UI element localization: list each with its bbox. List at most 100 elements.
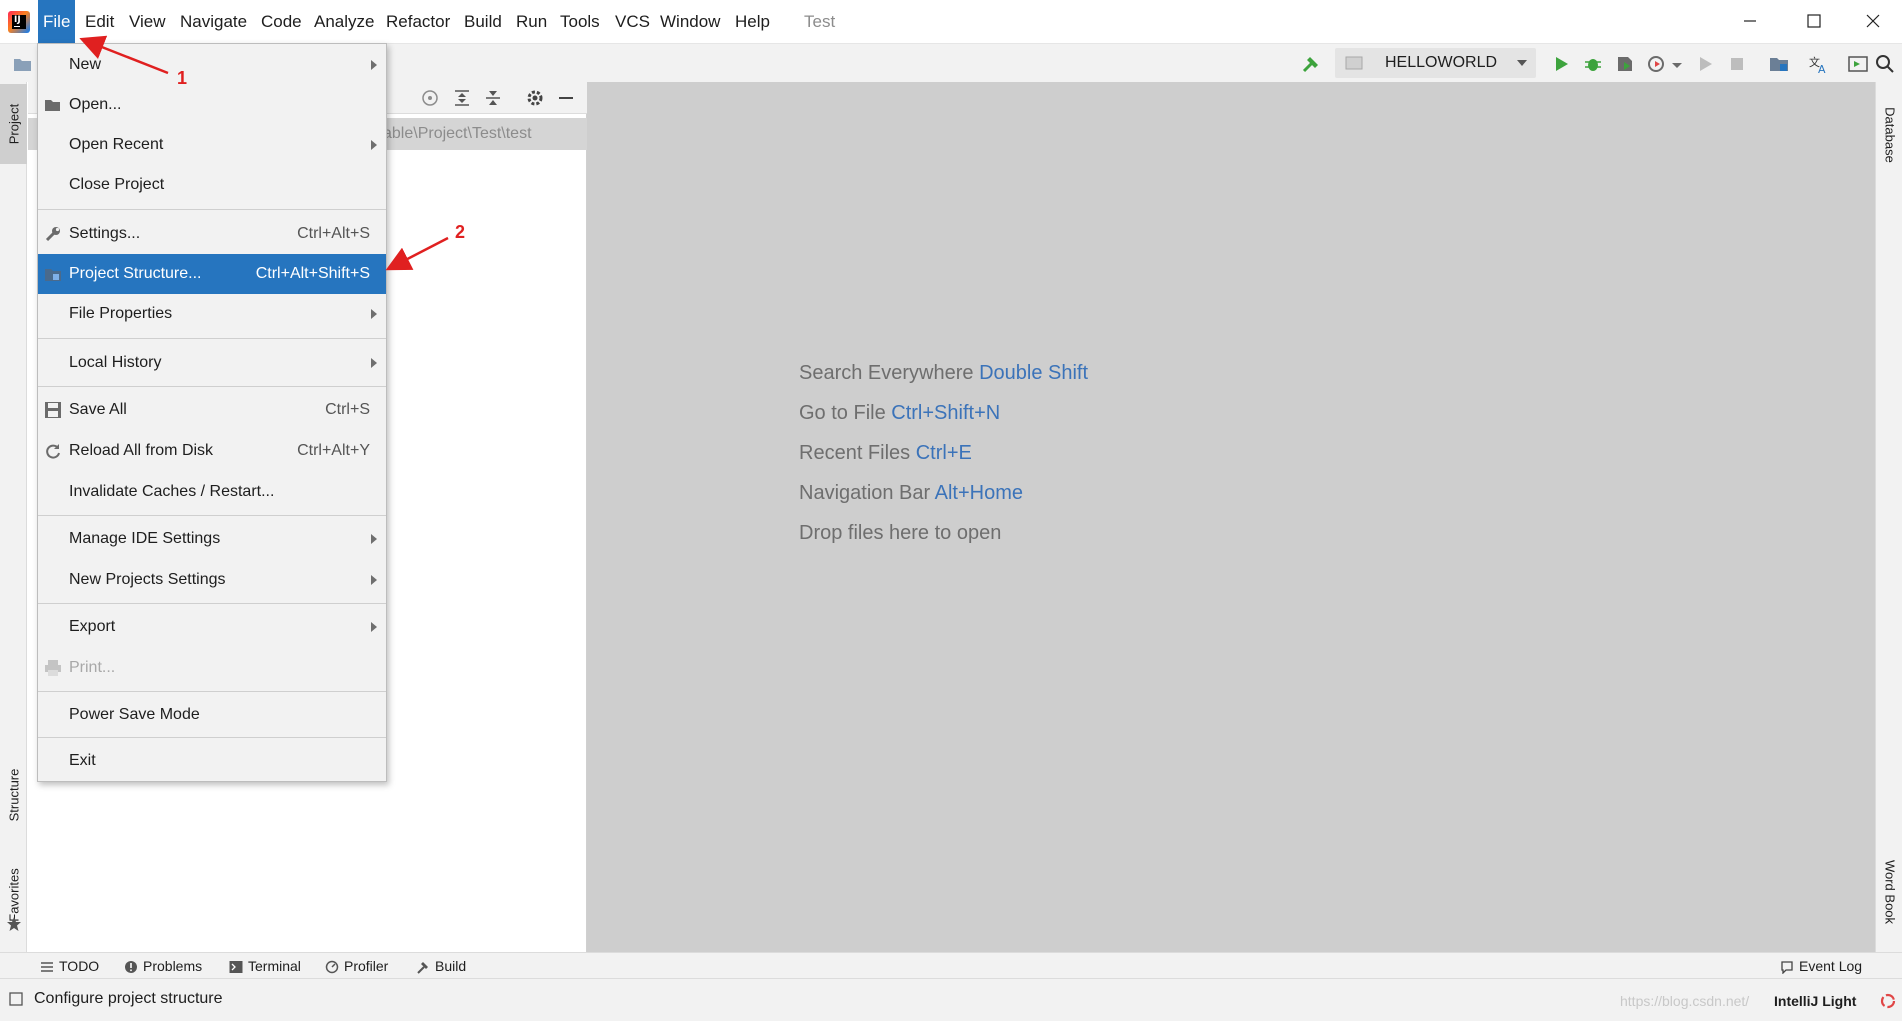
tool-tab-project[interactable]: Project [0,84,27,164]
menu-item-local-history[interactable]: Local History [38,343,386,383]
menu-edit[interactable]: Edit [80,0,119,43]
tool-tab-database[interactable]: Database [1876,92,1902,177]
run-icon[interactable] [1550,53,1572,75]
hint-shortcut: Alt+Home [934,482,1024,504]
coverage-icon[interactable] [1614,53,1636,75]
locate-file-icon[interactable] [419,87,441,109]
menu-navigate[interactable]: Navigate [175,0,252,43]
menu-item-settings[interactable]: Settings... Ctrl+Alt+S [38,214,386,254]
search-icon[interactable] [1874,53,1896,75]
hint-text: Recent Files [799,442,911,464]
project-folder-icon[interactable] [12,53,34,75]
expand-all-icon[interactable] [451,87,473,109]
tool-tab-problems-label: Problems [143,958,203,974]
menu-vcs[interactable]: VCS [610,0,655,43]
menu-item-exit[interactable]: Exit [38,741,386,781]
hint-shortcut: Ctrl+Shift+N [891,402,1001,424]
menu-item-open[interactable]: Open... [38,85,386,125]
hint-text: Search Everywhere [799,362,974,384]
wrench-icon [45,227,60,242]
menu-item-invalidate-caches[interactable]: Invalidate Caches / Restart... [38,472,386,512]
theme-name[interactable]: IntelliJ Light [1774,979,1856,1021]
menu-tools[interactable]: Tools [555,0,605,43]
menu-item-manage-ide-settings[interactable]: Manage IDE Settings [38,519,386,559]
menu-item-file-properties[interactable]: File Properties [38,294,386,334]
menu-item-reload-all[interactable]: Reload All from Disk Ctrl+Alt+Y [38,431,386,471]
build-hammer-icon[interactable] [1300,53,1322,75]
tool-tab-problems[interactable]: Problems [124,953,202,979]
tool-tab-project-label: Project [6,103,21,145]
run-configuration-select[interactable]: HELLOWORLD [1335,48,1536,78]
printer-icon [45,660,61,676]
menu-window[interactable]: Window [655,0,725,43]
tool-tab-word-book-label: Word Book [1882,859,1897,925]
menu-item-label: Export [69,618,116,635]
presentation-mode-icon[interactable] [1847,53,1869,75]
tool-tab-terminal[interactable]: Terminal [229,953,301,979]
maximize-button[interactable] [1792,6,1836,36]
resume-icon[interactable] [1694,53,1716,75]
profile-icon[interactable] [1646,53,1668,75]
debug-bug-icon[interactable] [1582,53,1604,75]
submenu-arrow-icon [371,60,377,70]
tool-tab-word-book[interactable]: Word Book [1876,842,1902,942]
hint-drop-files: Drop files here to open [799,522,1001,545]
collapse-all-icon[interactable] [482,87,504,109]
menu-item-label: Exit [69,752,96,769]
right-tool-strip: Database Word Book [1875,82,1902,952]
menu-code[interactable]: Code [256,0,307,43]
menu-view[interactable]: View [124,0,171,43]
menu-item-label: New [69,56,102,73]
tool-tab-profiler[interactable]: Profiler [325,953,388,979]
bottom-tool-tabs: TODO Problems Terminal Profiler Build Ev… [0,952,1902,978]
menu-item-project-structure[interactable]: Project Structure... Ctrl+Alt+Shift+S [38,254,386,294]
hint-text: Navigation Bar [799,482,931,504]
gear-icon[interactable] [524,87,546,109]
hint-recent-files: Recent Files Ctrl+E [799,442,972,465]
hide-panel-icon[interactable] [555,87,577,109]
tool-tab-todo-label: TODO [59,958,100,974]
menu-item-shortcut: Ctrl+Alt+Y [297,442,370,459]
menu-separator [38,207,386,213]
tool-tab-structure[interactable]: Structure [0,750,27,840]
menu-analyze[interactable]: Analyze [309,0,379,43]
menu-run[interactable]: Run [511,0,552,43]
project-structure-icon[interactable] [1768,53,1790,75]
submenu-arrow-icon [371,140,377,150]
tool-tab-build[interactable]: Build [416,953,466,979]
menu-item-label: Reload All from Disk [69,442,214,459]
menu-help[interactable]: Help [730,0,775,43]
menu-item-power-save-mode[interactable]: Power Save Mode [38,695,386,735]
tool-tab-event-log-label: Event Log [1799,958,1863,974]
project-structure-icon [45,269,61,281]
stop-icon[interactable] [1726,53,1748,75]
close-icon [1866,14,1880,28]
menu-file[interactable]: File [38,0,76,43]
tool-tab-todo[interactable]: TODO [40,953,99,979]
hint-shortcut: Ctrl+E [915,442,972,464]
tool-tab-event-log[interactable]: Event Log [1780,953,1862,979]
close-window-button[interactable] [1851,6,1895,36]
hint-navigation-bar: Navigation Bar Alt+Home [799,482,1023,505]
menu-refactor[interactable]: Refactor [381,0,455,43]
toggle-tool-windows-icon[interactable] [9,992,23,1006]
status-bar: Configure project structure https://blog… [0,978,1902,1021]
menu-item-new-projects-settings[interactable]: New Projects Settings [38,560,386,600]
problems-icon [125,961,137,974]
menu-item-close-project[interactable]: Close Project [38,165,386,205]
google-icon[interactable] [1880,993,1896,1009]
hint-shortcut: Double Shift [979,362,1089,384]
open-folder-icon [45,100,60,111]
menu-build[interactable]: Build [459,0,507,43]
menu-item-print: Print... [38,648,386,688]
menu-item-open-recent[interactable]: Open Recent [38,125,386,165]
chevron-down-icon [1517,60,1527,66]
translate-icon[interactable]: 文A [1808,53,1830,75]
menu-item-export[interactable]: Export [38,607,386,647]
menu-item-new[interactable]: New [38,45,386,85]
hint-search-everywhere: Search Everywhere Double Shift [799,362,1088,385]
minimize-button[interactable] [1728,6,1772,36]
more-run-options-chevron-icon[interactable] [1670,53,1692,75]
menu-item-save-all[interactable]: Save All Ctrl+S [38,390,386,430]
menu-item-label: Power Save Mode [69,706,200,723]
